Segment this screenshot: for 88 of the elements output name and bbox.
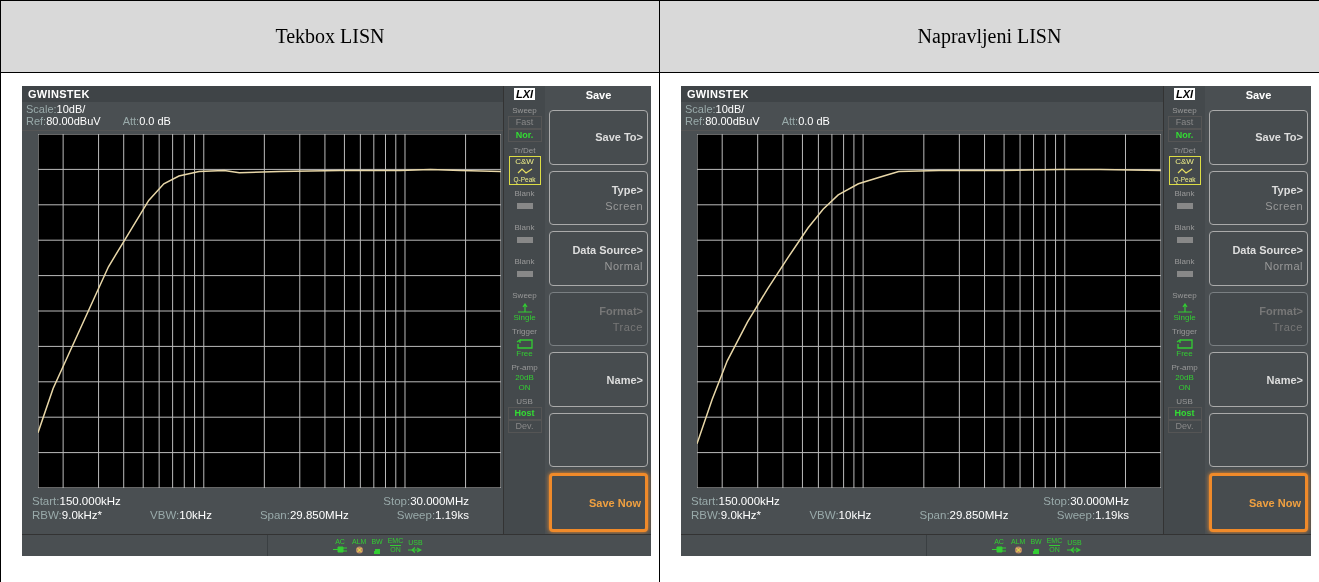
single-sweep-icon <box>516 303 533 313</box>
status-value: Single <box>513 313 536 323</box>
soft-key[interactable]: Save To> <box>549 110 648 165</box>
rbw-reading: RBW:9.0kHz* <box>691 508 762 522</box>
blank-indicator-icon <box>516 203 533 209</box>
single-sweep-icon <box>1176 303 1193 313</box>
status-title: Blank <box>514 222 535 233</box>
loop-icon <box>1175 339 1194 349</box>
status-option: Dev. <box>507 420 542 433</box>
soft-key[interactable] <box>1209 412 1308 468</box>
loop-icon <box>515 339 534 349</box>
status-title: Sweep <box>1172 105 1197 116</box>
start-frequency: Start:150.000kHz <box>691 494 780 508</box>
soft-key[interactable]: Data Source> Normal <box>549 231 648 286</box>
status-option: Fast <box>1167 116 1202 129</box>
stop-frequency: Stop:30.000MHz <box>1043 494 1129 508</box>
status-title: Sweep <box>512 105 537 116</box>
status-title: Trigger <box>511 326 537 337</box>
status-option: Dev. <box>1167 420 1202 433</box>
status-option: Host <box>507 407 542 420</box>
plug-icon <box>992 546 1006 553</box>
status-title: Tr/Det <box>1173 145 1196 156</box>
blank-indicator-icon <box>1176 203 1193 209</box>
status-title: Sweep <box>1172 290 1197 301</box>
status-title: Sweep <box>512 290 537 301</box>
status-title: Blank <box>1174 256 1195 267</box>
status-title: Tr/Det <box>513 145 536 156</box>
status-value: Free <box>1176 349 1193 359</box>
status-title: Trigger <box>1171 326 1197 337</box>
usb-icon <box>1067 546 1082 553</box>
menu-title: Save <box>584 88 613 103</box>
status-option: Host <box>1167 407 1202 420</box>
blank-indicator-icon <box>516 237 533 243</box>
scale-reading: Scale:10dB/ <box>685 103 745 115</box>
attenuation-reading: Att:0.0 dB <box>122 115 171 127</box>
blank-indicator-icon <box>1176 237 1193 243</box>
status-value: 20dB <box>515 373 534 383</box>
status-title: USB <box>1176 396 1193 407</box>
soft-key[interactable]: Save Now <box>549 473 648 533</box>
status-value: Free <box>516 349 533 359</box>
soft-key[interactable]: Name> <box>1209 352 1308 407</box>
column-heading: Napravljeni LISN <box>917 25 1062 48</box>
status-value: 20dB <box>1175 373 1194 383</box>
brand-logo: GWINSTEK <box>687 88 749 100</box>
lxi-logo: LXI <box>513 88 536 100</box>
soft-key[interactable]: Data Source> Normal <box>1209 231 1308 286</box>
status-title: Pr-amp <box>511 362 538 373</box>
sweep-time-reading: Sweep:1.19ks <box>1056 508 1129 522</box>
soft-key[interactable]: Save To> <box>1209 110 1308 165</box>
status-title: Blank <box>1174 188 1195 199</box>
ref-level-reading: Ref:80.00dBuV <box>26 115 101 127</box>
span-reading: Span:29.850MHz <box>919 508 1009 522</box>
status-title: Pr-amp <box>1171 362 1198 373</box>
soft-key[interactable]: Type> Screen <box>1209 170 1308 226</box>
soft-key[interactable]: Save Now <box>1209 473 1308 533</box>
scale-reading: Scale:10dB/ <box>26 103 86 115</box>
status-title: Blank <box>514 188 535 199</box>
vbw-reading: VBW:10kHz <box>809 508 872 522</box>
status-title: USB <box>516 396 533 407</box>
blank-indicator-icon <box>516 271 533 277</box>
sweep-time-reading: Sweep:1.19ks <box>396 508 469 522</box>
status-value: Single <box>1173 313 1196 323</box>
status-title: Blank <box>1174 222 1195 233</box>
soft-key[interactable]: Type> Screen <box>549 170 648 226</box>
start-frequency: Start:150.000kHz <box>32 494 121 508</box>
alarm-icon <box>1013 545 1023 554</box>
status-option: Nor. <box>507 129 542 142</box>
status-value: ON <box>1178 383 1191 393</box>
vbw-reading: VBW:10kHz <box>150 508 212 522</box>
attenuation-reading: Att:0.0 dB <box>781 115 830 127</box>
brand-logo: GWINSTEK <box>28 88 90 100</box>
soft-key[interactable] <box>549 412 648 468</box>
plug-icon <box>333 546 347 553</box>
column-heading: Tekbox LISN <box>275 25 385 48</box>
soft-key[interactable]: Name> <box>549 352 648 407</box>
status-title: Blank <box>514 256 535 267</box>
status-option: Fast <box>507 116 542 129</box>
alarm-icon <box>354 545 364 554</box>
lxi-logo: LXI <box>1173 88 1196 100</box>
status-value: ON <box>518 383 531 393</box>
rbw-reading: RBW:9.0kHz* <box>32 508 103 522</box>
usb-icon <box>408 546 423 553</box>
blank-indicator-icon <box>1176 271 1193 277</box>
span-reading: Span:29.850MHz <box>259 508 349 522</box>
status-option: Nor. <box>1167 129 1202 142</box>
ref-level-reading: Ref:80.00dBuV <box>685 115 760 127</box>
menu-title: Save <box>1244 88 1273 103</box>
stop-frequency: Stop:30.000MHz <box>383 494 469 508</box>
